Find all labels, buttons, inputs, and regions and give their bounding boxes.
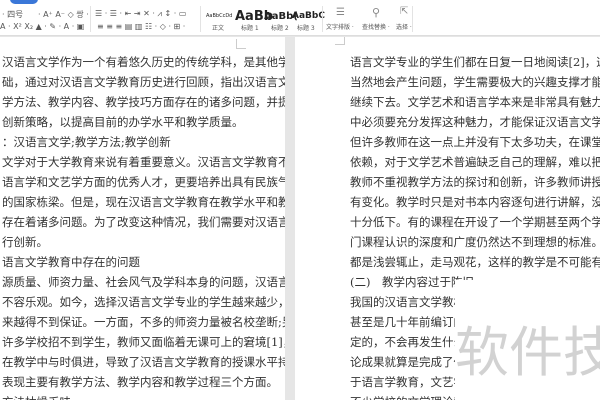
page-margin-mark: [236, 39, 246, 49]
paragraph-tools-1[interactable]: ☰ · ☰ · ⇤ ⇥ ✕ · ⩘ ↕ · ▭: [95, 9, 186, 19]
style-h3-preview[interactable]: AaBbC: [292, 11, 325, 21]
text-line: 方法枯燥乏味: [2, 394, 71, 400]
text-line: 都是浅尝辄止，走马观花，这样的教学是不可能有效的[4]。: [350, 255, 600, 269]
document-page-left[interactable]: 汉语言文学作为一个有着悠久历史的传统学科，是其他学科教 础，通过对汉语言文学教育历…: [0, 37, 285, 400]
text-line: 的国家栋梁。但是，现在汉语言文学教育在教学水平和教学: [2, 195, 285, 209]
find-replace-button[interactable]: 查找替换 ·: [362, 22, 390, 31]
cursor-icon: ⇱: [400, 6, 409, 17]
style-h1-label[interactable]: 标题 1: [241, 23, 259, 32]
watermark: 软件技: [455, 321, 600, 384]
paragraph-tools-2[interactable]: ≡ ≡ ≡ ▤ ▥ ☷ · ◇ · ⊞ ·: [97, 22, 185, 31]
text-layout-icon: ☰: [336, 7, 345, 18]
text-line: 但许多教师在这一点上并没有下太多功夫，在课堂上对教材内容过: [350, 135, 600, 149]
text-line: 十分低下。有的课程在开设了一个学期甚至两个学期之后，学生对: [350, 215, 600, 229]
tab-home[interactable]: [10, 0, 38, 4]
ribbon-tabs: [0, 0, 600, 5]
ribbon-toolbar: · 四号 · A⁺ A⁻ ◇ 쌍 · A · X² X₂ ▲ · ✎ · A ·…: [0, 0, 600, 36]
text-line: 语言文学专业的学生们都在日复一日地阅读[2]，这样的教学方法理: [350, 55, 600, 69]
text-line: 础，通过对汉语言文学教育历史进行回顾，指出汉语言文学教: [2, 75, 285, 89]
text-line: 存在着诸多问题。为了改变这种情况，我们需要对汉语言文学: [2, 215, 285, 229]
text-line: 汉语言文学作为一个有着悠久历史的传统学科，是其他学科教: [2, 55, 285, 69]
text-line: 语言文学教育中存在的问题: [2, 255, 140, 269]
page-margin-mark: [335, 37, 345, 45]
format-tools[interactable]: A · X² X₂ ▲ · ✎ · A · ▣: [0, 22, 84, 31]
text-layout-button[interactable]: 文字排版 ·: [326, 22, 354, 31]
divider: [90, 6, 91, 32]
text-line: 教师不重视教学方法的探讨和创新，许多教师讲授的内容许多年都: [350, 175, 600, 189]
select-button[interactable]: 选择 ·: [396, 22, 412, 31]
text-line: ：汉语言文学;教学方法;教学创新: [2, 135, 171, 149]
text-line: 继续下去。文学艺术和语言学本来是非常具有魅力的学科，教学过: [350, 95, 600, 109]
text-line: 当然地会产生问题，学生需要极大的兴趣支撑才能在本专业的学习: [350, 75, 600, 89]
text-line: 许多学校招不到学生，教师又面临着无课可上的窘境[1]，继: [2, 335, 285, 349]
text-line: 学方法、教学内容、教学技巧方面存在的诸多问题，并提出了: [2, 95, 285, 109]
divider: [322, 6, 323, 32]
text-line: 表现主要有教学方法、教学内容和教学过程三个方面。: [2, 375, 278, 389]
style-normal-preview[interactable]: AaBbCcDd: [206, 13, 232, 19]
font-size-select[interactable]: · 四号: [2, 9, 23, 20]
font-tools[interactable]: · A⁺ A⁻ ◇ 쌍 ·: [38, 9, 89, 20]
text-line: 有变化。教学时只是对书本内容逐句进行讲解，没有创新，教学效: [350, 195, 600, 209]
style-h2-label[interactable]: 标题 2: [271, 23, 289, 32]
text-line: 中必须要充分发挥这种魅力，才能保证汉语言文学教育的基本活力: [350, 115, 600, 129]
text-line: 来越得不到保证。一方面，不多的师资力量被名校垄断;另: [2, 315, 285, 329]
text-line: 文学对于大学教育来说有着重要意义。汉语言文学教育不仅要: [2, 155, 285, 169]
text-line: 不容乐观。如今，选择汉语言文学专业的学生越来越少，生: [2, 295, 285, 309]
text-line: 行创新。: [2, 235, 48, 249]
text-line: 创新策略，以提高目前的办学水平和教学质量。: [2, 115, 244, 129]
text-line: 语言学和文艺学方面的优秀人才，更要培养出具有民族气节、: [2, 175, 285, 189]
divider: [200, 6, 201, 32]
text-line: 源质量、师资力量、社会风气及学科本身的问题，汉语言文学: [2, 275, 285, 289]
divider: [412, 6, 413, 32]
search-icon: ⚲: [372, 6, 381, 19]
text-line: 门课程认识的深度和广度仍然达不到理想的标准。学生学习许多课: [350, 235, 600, 249]
style-normal-label[interactable]: 正文: [212, 23, 224, 32]
text-line: 在教学中与时俱进，导致了汉语言文学教育的授课水平持续下: [2, 355, 285, 369]
text-line: 依赖，对于文学艺术普遍缺乏自己的理解，难以把握学生的兴趣点[: [350, 155, 600, 169]
style-h3-label[interactable]: 标题 3: [297, 23, 315, 32]
